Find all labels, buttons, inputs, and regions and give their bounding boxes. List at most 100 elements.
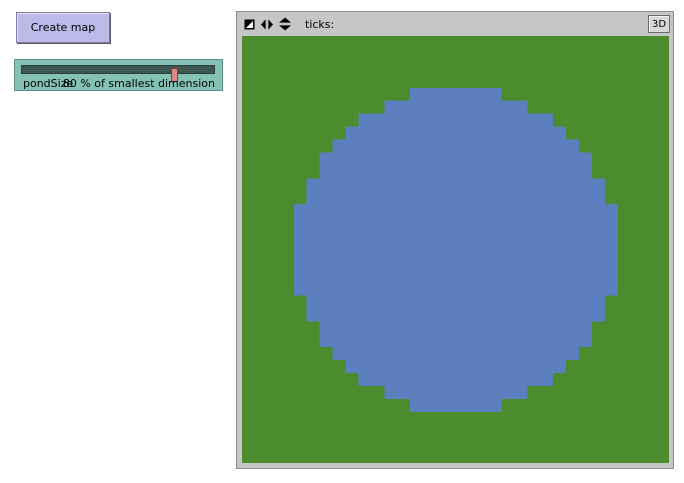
pond-patch: [578, 333, 592, 348]
ticks-label: ticks:: [305, 17, 335, 31]
pond-patch: [474, 333, 489, 348]
pond-patch: [487, 320, 502, 335]
pond-patch: [526, 217, 541, 231]
pond-patch: [474, 255, 489, 270]
pond-patch: [293, 204, 308, 218]
pond-patch: [474, 139, 489, 154]
pond-patch: [526, 139, 541, 154]
pond-patch: [371, 294, 385, 309]
pond-patch: [384, 152, 398, 166]
pond-patch: [371, 113, 385, 128]
pond-patch: [487, 204, 502, 218]
pond-patch: [487, 165, 502, 179]
pond-patch: [436, 268, 450, 283]
pond-patch: [449, 398, 463, 412]
pond-patch: [461, 346, 476, 361]
pond-patch: [578, 268, 592, 283]
pond-patch: [565, 230, 580, 244]
pond-patch: [474, 178, 489, 192]
pond-patch: [604, 204, 618, 218]
pond-patch: [358, 204, 372, 218]
pond-patch: [539, 359, 554, 374]
pond-patch: [449, 268, 463, 283]
horizontal-arrows-icon[interactable]: [261, 17, 273, 31]
pond-patch: [332, 268, 347, 283]
pond-patch: [526, 294, 541, 309]
pond-patch: [384, 320, 398, 335]
pond-patch: [604, 255, 618, 270]
pond-patch: [449, 204, 463, 218]
pond-patch: [591, 268, 605, 283]
pond-patch: [539, 346, 554, 361]
pond-patch: [397, 165, 411, 179]
vertical-arrows-icon[interactable]: [279, 17, 291, 31]
pond-patch: [423, 255, 437, 270]
edit-icon[interactable]: [243, 17, 255, 31]
pond-patch: [410, 346, 424, 361]
pond-patch: [578, 178, 592, 192]
pond-patch: [474, 268, 489, 283]
pond-patch: [332, 178, 347, 192]
pond-patch: [345, 294, 360, 309]
pond-patch: [513, 230, 528, 244]
pond-patch: [513, 268, 528, 283]
pond-patch: [500, 320, 515, 335]
pond-patch: [487, 333, 502, 348]
pond-patch: [500, 126, 515, 141]
pond-patch: [436, 87, 450, 102]
pond-patch: [410, 165, 424, 179]
pond-patch: [449, 333, 463, 348]
pond-patch: [410, 139, 424, 154]
pond-patch: [397, 230, 411, 244]
pond-patch: [513, 281, 528, 296]
pond-patch: [591, 255, 605, 270]
pond-patch: [410, 385, 424, 399]
3d-button[interactable]: 3D: [648, 15, 670, 33]
pond-patch: [423, 178, 437, 192]
pond-patch: [436, 165, 450, 179]
pond-patch: [461, 139, 476, 154]
pond-patch: [474, 320, 489, 335]
pond-patch: [578, 217, 592, 231]
pond-patch: [358, 307, 372, 322]
pond-patch: [384, 217, 398, 231]
pond-patch: [552, 139, 567, 154]
pond-patch: [474, 281, 489, 296]
world-view: ticks: 3D: [236, 11, 674, 469]
pond-patch: [526, 191, 541, 205]
pond-patch: [384, 268, 398, 283]
pond-patch: [436, 385, 450, 399]
pond-patch: [526, 178, 541, 192]
pond-patch: [526, 230, 541, 244]
pond-patch: [474, 100, 489, 115]
pond-patch: [345, 139, 360, 154]
pond-patch: [591, 230, 605, 244]
slider-track[interactable]: [21, 65, 215, 82]
pond-patch: [461, 165, 476, 179]
pond-patch: [384, 230, 398, 244]
pond-patch: [449, 255, 463, 270]
pond-patch: [423, 87, 437, 102]
pond-patch: [319, 178, 334, 192]
pond-patch: [449, 113, 463, 128]
pond-patch: [526, 243, 541, 257]
pond-size-slider[interactable]: pondSize 80 % of smallest dimension: [14, 59, 223, 91]
pond-patch: [500, 165, 515, 179]
pond-patch: [449, 281, 463, 296]
pond-patch: [565, 152, 580, 166]
pond-patch: [513, 307, 528, 322]
pond-patch: [319, 294, 334, 309]
pond-patch: [500, 230, 515, 244]
pond-patch: [371, 152, 385, 166]
create-map-button[interactable]: Create map: [16, 12, 110, 43]
pond-patch: [449, 87, 463, 102]
pond-patch: [384, 372, 398, 386]
pond-patch: [319, 165, 334, 179]
pond-patch: [397, 268, 411, 283]
pond-patch: [371, 165, 385, 179]
3d-button-label: 3D: [651, 18, 667, 30]
pond-patch: [500, 372, 515, 386]
pond-patch: [410, 372, 424, 386]
pond-patch: [371, 191, 385, 205]
pond-patch: [474, 398, 489, 412]
